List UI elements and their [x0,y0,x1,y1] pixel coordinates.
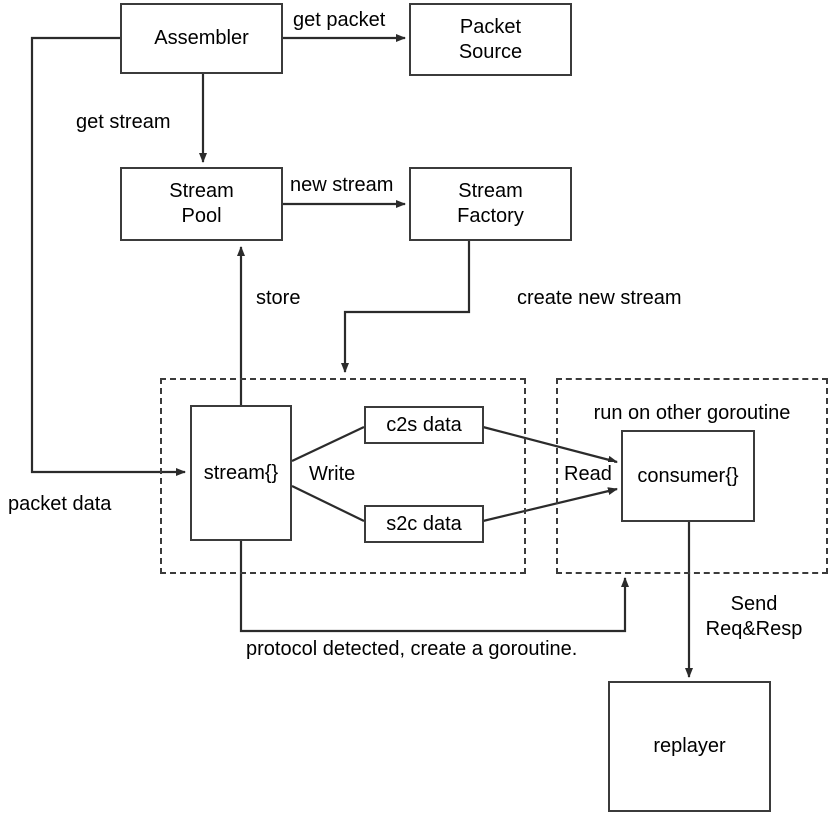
node-packet-source-label-line1: Packet [459,15,522,38]
edge-label-get-packet: get packet [291,8,388,32]
node-s2c-data-label: s2c data [386,512,462,535]
group-other-goroutine-label: run on other goroutine [593,402,791,424]
connector-create-new-stream [341,241,471,373]
node-stream-factory[interactable]: Stream Factory [409,167,572,241]
edge-label-packet-data: packet data [6,492,114,516]
node-stream-label: stream{} [203,461,279,484]
node-packet-source-label-line2: Source [458,40,523,63]
node-stream-pool-label-line2: Pool [181,205,222,227]
node-c2s-data-label: c2s data [386,413,462,436]
edge-label-read: Read [562,462,614,486]
node-stream-factory-label-line1: Stream [458,180,523,202]
edge-label-get-stream: get stream [74,110,173,134]
node-stream-pool[interactable]: Stream Pool [120,167,283,241]
edge-label-create-new-stream: create new stream [515,286,684,310]
node-consumer[interactable]: consumer{} [621,430,755,522]
edge-label-store: store [254,286,303,310]
edge-label-protocol-detected: protocol detected, create a goroutine. [244,637,580,661]
edge-label-new-stream: new stream [288,173,396,197]
diagram-canvas: run on other goroutine Assembler Packet … [0,0,829,815]
node-packet-source[interactable]: Packet Source [409,3,572,76]
node-s2c-data[interactable]: s2c data [364,505,484,543]
node-assembler[interactable]: Assembler [120,3,283,74]
node-stream-pool-label-line1: Stream [169,180,234,202]
node-assembler-label: Assembler [154,27,249,49]
node-stream-factory-label-line2: Factory [457,205,524,227]
node-c2s-data[interactable]: c2s data [364,406,484,444]
edge-label-send-req-resp-line2: Req&Resp [699,617,809,641]
node-stream[interactable]: stream{} [190,405,292,541]
node-replayer-label: replayer [653,735,726,757]
node-replayer[interactable]: replayer [608,681,771,812]
node-consumer-label: consumer{} [637,464,739,487]
edge-label-send-req-resp-line1: Send [699,592,809,616]
edge-label-write: Write [307,462,358,486]
